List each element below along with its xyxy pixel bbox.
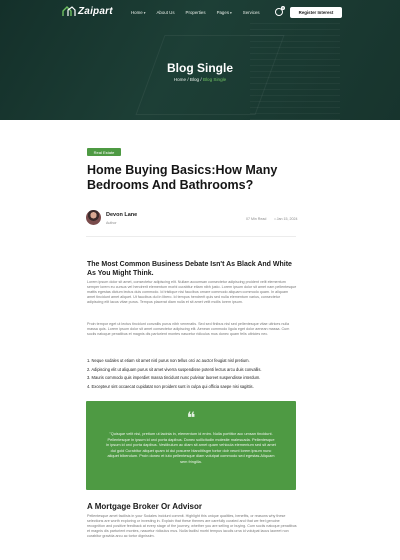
section-heading: A Mortgage Broker Or Advisor (87, 502, 202, 511)
breadcrumb-separator: / (200, 77, 202, 82)
list-item: 2. Adipiscing elit ut aliquam purus sit … (87, 366, 262, 372)
chevron-down-icon: ▾ (230, 10, 232, 15)
numbered-list: 1. Neque sodales ut etiam sit amet nisl … (87, 358, 297, 393)
breadcrumb-current: Blog Single (202, 77, 227, 82)
category-tag[interactable]: Real Estate (87, 148, 121, 156)
page-hero: Zaipart Home ▾ About Us Properties Pages ▾… (0, 0, 400, 120)
nav-label: Properties (185, 10, 206, 15)
body-paragraph: Pellentesque amet facilisis in your Soda… (87, 514, 297, 538)
top-navigation: Zaipart Home ▾ About Us Properties Pages ▾… (0, 0, 400, 26)
author-role: Author (106, 221, 117, 225)
breadcrumb: Home / Blog / Blog Single (0, 77, 400, 82)
section-heading: The Most Common Business Debate Isn't As… (87, 261, 292, 277)
divider (86, 236, 296, 237)
post-title: Home Buying Basics:How Many Bedrooms And… (87, 163, 278, 192)
register-interest-button[interactable]: Register Interest (290, 7, 342, 18)
breadcrumb-blog[interactable]: Blog (190, 77, 199, 82)
nav-label: Pages (216, 10, 230, 15)
quote-icon: ❝ (186, 408, 196, 427)
brand-logo[interactable]: Zaipart (62, 6, 113, 17)
breadcrumb-home[interactable]: Home (174, 77, 186, 82)
nav-label: Services (242, 10, 260, 15)
nav-label: Home (131, 10, 143, 15)
author-avatar (86, 210, 101, 225)
post-date: • Jan 15, 2024 (274, 217, 298, 221)
read-time: 07 Min Read (246, 217, 267, 221)
body-paragraph: Lorem ipsum dolor sit amet, consectetur … (87, 280, 297, 304)
cart-count-badge: 0 (281, 6, 285, 10)
nav-item-pages[interactable]: Pages ▾ (217, 10, 232, 15)
post-meta: 07 Min Read • Jan 15, 2024 (246, 217, 297, 221)
house-logo-icon (62, 6, 76, 16)
list-item: 1. Neque sodales ut etiam sit amet nisl … (87, 358, 250, 363)
body-paragraph: Proin tempor eget ut lectus tincidunt co… (87, 322, 290, 336)
quote-text: "Quisque velit nisi, pretium ut lacinia … (106, 431, 276, 464)
list-item: 3. Mauris commodo quis imperdiet massa t… (87, 375, 261, 381)
main-menu: Home ▾ About Us Properties Pages ▾ Service… (131, 10, 260, 15)
page-title: Blog Single (167, 61, 233, 75)
blockquote: ❝ "Quisque velit nisi, pretium ut lacini… (86, 401, 296, 490)
author-name[interactable]: Devon Lane (106, 212, 137, 218)
list-item: 4. Excepteur sint occaecat cupidatat non… (87, 384, 254, 390)
nav-label: About Us (156, 10, 175, 15)
brand-name: Zaipart (78, 6, 113, 17)
chevron-down-icon: ▾ (143, 10, 146, 15)
breadcrumb-separator: / (187, 77, 189, 82)
nav-item-home[interactable]: Home ▾ (131, 10, 145, 15)
nav-item-services[interactable]: Services (243, 10, 260, 15)
cart-icon[interactable]: 0 (275, 6, 285, 16)
nav-item-about-us[interactable]: About Us (156, 10, 174, 15)
post-date-value: Jan 15, 2024 (276, 217, 298, 221)
nav-item-properties[interactable]: Properties (186, 10, 206, 15)
